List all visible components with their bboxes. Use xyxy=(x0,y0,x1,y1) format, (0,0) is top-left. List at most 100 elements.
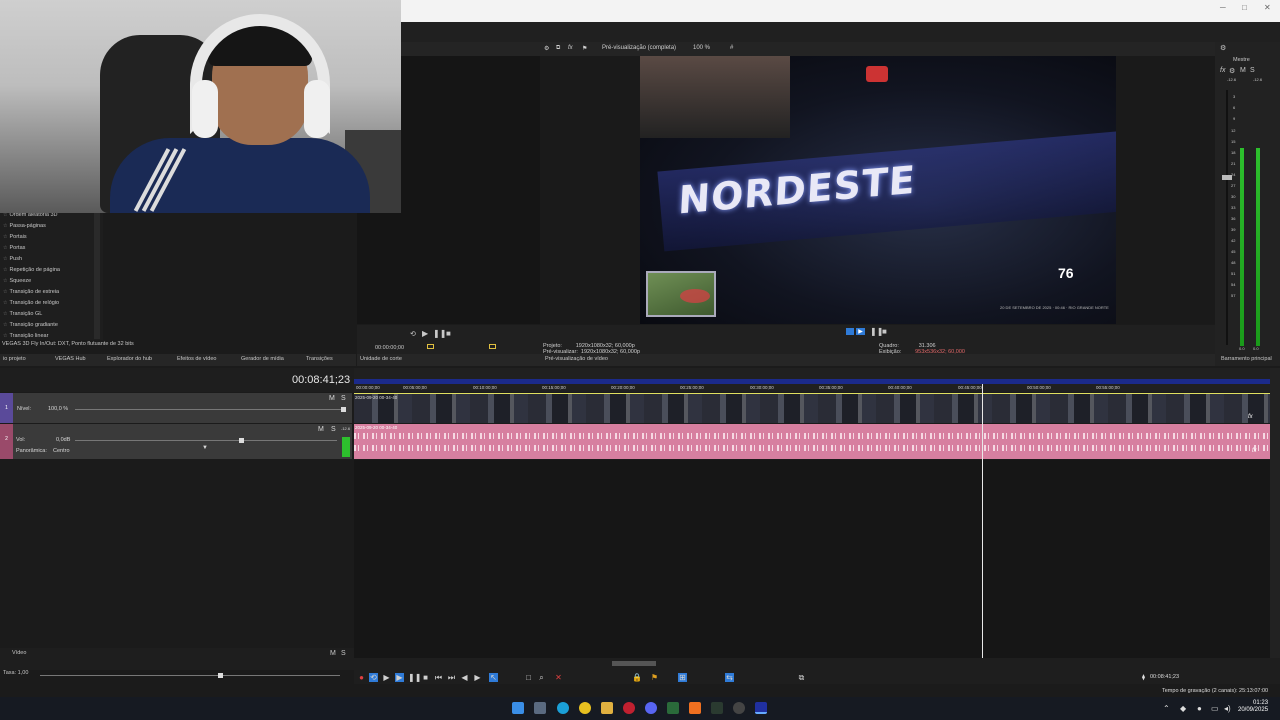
list-item[interactable]: ☆ Portas xyxy=(0,243,103,254)
tray-chevron-icon[interactable]: ⌃ xyxy=(1163,704,1170,713)
auto-ripple-icon[interactable]: ⇆ xyxy=(725,673,734,682)
master-fader[interactable] xyxy=(1222,175,1232,180)
chrome-icon[interactable] xyxy=(579,702,591,714)
rate-slider[interactable] xyxy=(40,675,340,676)
list-item[interactable]: ☆ Passa-páginas xyxy=(0,221,103,232)
timeline-empty-area[interactable] xyxy=(354,460,1270,658)
vegas-icon[interactable] xyxy=(755,702,767,714)
timeline-vscroll[interactable] xyxy=(1270,368,1280,658)
audio-track-header[interactable]: 2 M S Vol: 0,0dB Panorâmica: Centro ▼ -1… xyxy=(0,424,352,459)
tab-projeto[interactable]: io projeto xyxy=(3,356,26,362)
search-icon[interactable] xyxy=(534,702,546,714)
timeline-hscroll[interactable] xyxy=(612,661,656,666)
crop-icon[interactable]: □ xyxy=(524,673,533,682)
app-icon[interactable] xyxy=(733,702,745,714)
volume-icon[interactable]: ◂) xyxy=(1224,704,1231,713)
audio-clip[interactable]: 2025-09-20 00-34-40 fx xyxy=(354,424,1270,459)
copy-icon[interactable]: ⧉ xyxy=(556,45,560,52)
stop-icon[interactable]: ■ xyxy=(882,327,887,336)
pan-arrow-icon[interactable]: ▼ xyxy=(202,445,208,451)
flag-icon[interactable]: ⚑ xyxy=(582,45,587,52)
mark-out-icon[interactable] xyxy=(489,344,496,349)
stop-icon[interactable]: ■ xyxy=(421,673,430,682)
stop-icon[interactable]: ■ xyxy=(446,329,451,338)
tab-vegas-hub[interactable]: VEGAS Hub xyxy=(55,356,86,362)
loop-icon[interactable]: ⟲ xyxy=(369,673,378,682)
quality-select[interactable]: Pré-visualização (completa) xyxy=(602,45,676,51)
go-end-icon[interactable]: ⏭ xyxy=(447,673,456,682)
vol-slider[interactable] xyxy=(75,440,337,441)
rate-knob[interactable] xyxy=(218,673,223,678)
nivel-knob[interactable] xyxy=(341,407,346,412)
video-clip[interactable]: 2025-09-20 00-34-40 fx xyxy=(354,393,1270,423)
zoom-select[interactable]: 100 % xyxy=(693,45,710,51)
taskbar-clock[interactable]: 01:23 20/09/2025 xyxy=(1238,700,1268,714)
app-icon[interactable] xyxy=(711,702,723,714)
loop-icon[interactable]: ⟲ xyxy=(410,330,416,338)
list-item[interactable]: ☆ Squeeze xyxy=(0,276,103,287)
nivel-slider[interactable] xyxy=(75,409,345,410)
fx-icon[interactable]: fx xyxy=(1220,67,1225,74)
mic-icon[interactable]: ● xyxy=(1197,704,1202,713)
gear-icon[interactable]: ⚙ xyxy=(544,45,549,52)
go-start-icon[interactable]: ⏮ xyxy=(434,673,443,682)
play-icon[interactable]: ▶ xyxy=(395,673,404,682)
minimize-button[interactable]: ─ xyxy=(1220,3,1226,12)
mute-button[interactable]: M xyxy=(330,650,336,657)
close-button[interactable]: ✕ xyxy=(1264,3,1271,12)
list-item[interactable]: ☆ Portais xyxy=(0,232,103,243)
fx-icon[interactable]: fx xyxy=(1248,414,1253,420)
delete-icon[interactable]: ✕ xyxy=(554,673,563,682)
master-fader-track[interactable] xyxy=(1226,90,1228,345)
tab-gerador-midia[interactable]: Gerador de mídia xyxy=(241,356,284,362)
start-icon[interactable] xyxy=(512,702,524,714)
marker-icon[interactable]: ⚑ xyxy=(650,673,659,682)
playhead[interactable] xyxy=(982,384,983,659)
discord-icon[interactable] xyxy=(645,702,657,714)
solo-button[interactable]: S xyxy=(331,426,336,433)
mute-button[interactable]: M xyxy=(1240,67,1246,74)
list-item[interactable]: ☆ Transição de estreia xyxy=(0,287,103,298)
tab-efeitos-video[interactable]: Efeitos de vídeo xyxy=(177,356,216,362)
opera-icon[interactable] xyxy=(623,702,635,714)
app-icon[interactable] xyxy=(689,702,701,714)
network-icon[interactable]: ▭ xyxy=(1211,704,1219,713)
pause-icon[interactable]: ❚❚ xyxy=(433,329,446,338)
tab-transicoes[interactable]: Transições xyxy=(306,356,333,362)
mute-button[interactable]: M xyxy=(329,395,335,402)
vol-knob[interactable] xyxy=(239,438,244,443)
video-track-header[interactable]: 1 M S Nível: 100,0 % xyxy=(0,393,352,423)
tray-app-icon[interactable]: ◆ xyxy=(1180,704,1186,713)
mark-in-icon[interactable] xyxy=(427,344,434,349)
tab-unidade-de-corte[interactable]: Unidade de corte xyxy=(360,356,402,362)
loop-icon[interactable] xyxy=(846,328,854,335)
snap-icon[interactable]: ⊞ xyxy=(678,673,687,682)
prev-frame-icon[interactable]: ◀ xyxy=(460,673,469,682)
mute-button[interactable]: M xyxy=(318,426,324,433)
tab-previsualizacao[interactable]: Pré-visualização de vídeo xyxy=(545,356,608,362)
lock-icon[interactable]: 🔒 xyxy=(632,673,642,682)
list-item[interactable]: ☆ Transição de relógio xyxy=(0,298,103,309)
select-tool-icon[interactable]: ↖ xyxy=(489,673,498,682)
fx-icon[interactable]: fx xyxy=(1252,448,1257,454)
transitions-scrollbar[interactable] xyxy=(94,211,100,339)
folder-icon[interactable] xyxy=(601,702,613,714)
list-item[interactable]: ☆ Transição gradiante xyxy=(0,320,103,331)
routing-icon[interactable]: ⚙ xyxy=(1229,67,1235,75)
tab-explorador-hub[interactable]: Explorador do hub xyxy=(107,356,152,362)
list-item[interactable]: ☆ Repetição de página xyxy=(0,265,103,276)
solo-button[interactable]: S xyxy=(341,650,346,657)
edge-icon[interactable] xyxy=(557,702,569,714)
maximize-button[interactable]: □ xyxy=(1242,3,1247,12)
list-item[interactable]: ☆ Push xyxy=(0,254,103,265)
list-item[interactable]: ☆ Transição GL xyxy=(0,309,103,320)
next-frame-icon[interactable]: ▶ xyxy=(473,673,482,682)
app-icon[interactable] xyxy=(667,702,679,714)
loop-region[interactable] xyxy=(354,379,1270,384)
play-icon[interactable]: ▶ xyxy=(856,328,865,335)
play-icon[interactable]: ▶ xyxy=(422,329,428,338)
record-icon[interactable]: ● xyxy=(357,673,366,682)
grid-icon[interactable]: # xyxy=(730,45,733,51)
fx-icon[interactable]: fx xyxy=(568,45,573,51)
tab-barramento-principal[interactable]: Barramento principal xyxy=(1221,356,1272,362)
